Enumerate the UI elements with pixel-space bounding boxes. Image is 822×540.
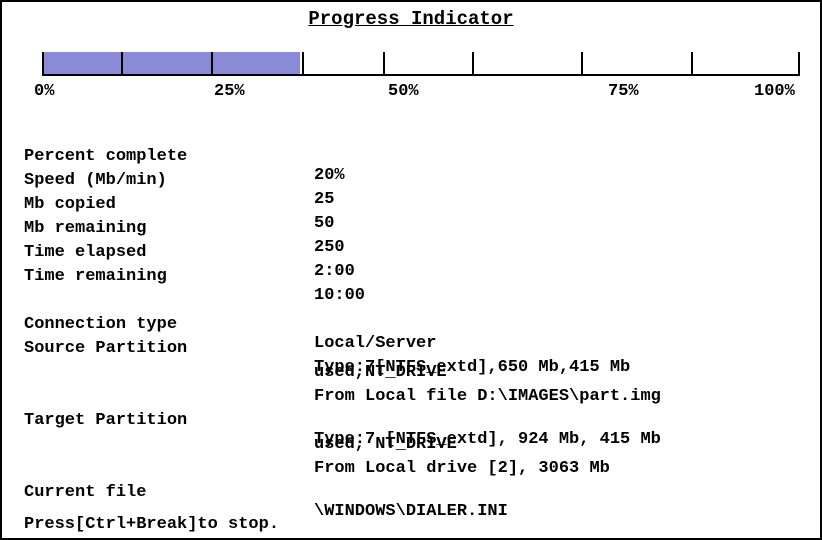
stat-value: 2:00 xyxy=(314,262,355,281)
progress-tick xyxy=(798,52,800,76)
tick-label-25: 25% xyxy=(214,82,245,101)
progress-tick xyxy=(581,52,583,76)
detail-value-line: used,NT_DRIVE xyxy=(314,363,447,382)
detail-label: Current file xyxy=(24,483,147,502)
detail-value-line: used, NT_DRIVE xyxy=(314,435,457,454)
detail-value-line: From Local drive [2], 3063 Mb xyxy=(314,459,610,478)
progress-window: Progress Indicator 0% 25% 50% 75% 100% P… xyxy=(0,0,822,540)
stat-value: 10:00 xyxy=(314,286,366,305)
stat-value: 50 xyxy=(314,214,335,233)
progress-tick xyxy=(472,52,474,76)
detail-value-line: From Local file D:\IMAGES\part.img xyxy=(314,387,661,406)
progress-tick xyxy=(121,52,123,76)
stat-value: 25 xyxy=(314,190,335,209)
progress-tick xyxy=(302,52,304,76)
progress-tick xyxy=(211,52,213,76)
tick-label-50: 50% xyxy=(388,82,419,101)
window-title: Progress Indicator xyxy=(308,8,514,30)
detail-value: \WINDOWS\DIALER.INI xyxy=(314,502,508,521)
tick-label-0: 0% xyxy=(34,82,55,101)
stat-label: Time remaining xyxy=(24,267,167,286)
progress-tick xyxy=(42,52,44,76)
progress-bar-baseline xyxy=(42,74,800,76)
progress-bar xyxy=(42,52,800,76)
stop-hint: Press[Ctrl+Break]to stop. xyxy=(24,515,280,534)
progress-tick xyxy=(691,52,693,76)
detail-value: Local/Server xyxy=(314,334,437,353)
stat-value: 20% xyxy=(314,166,345,185)
progress-bar-fill xyxy=(42,52,300,74)
progress-tick xyxy=(383,52,385,76)
tick-label-75: 75% xyxy=(608,82,639,101)
tick-label-100: 100% xyxy=(754,82,795,101)
stat-value: 250 xyxy=(314,238,345,257)
